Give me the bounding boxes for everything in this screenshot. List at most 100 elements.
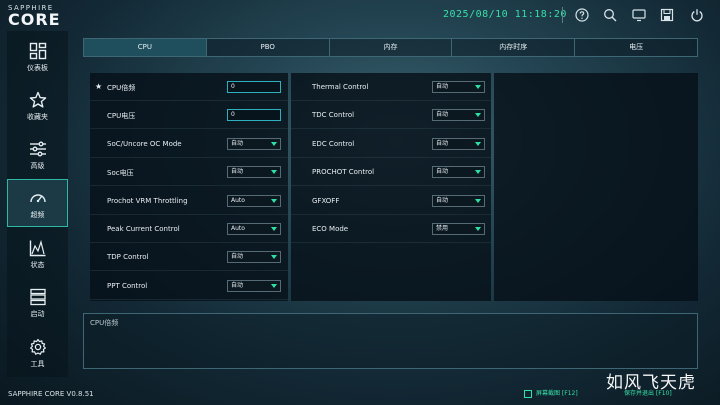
soc-oc-mode-select[interactable]: 自动	[227, 138, 281, 150]
sidebar-item-tools[interactable]: 工具	[7, 329, 68, 377]
settings-column-right: Thermal Control 自动 TDC Control 自动 EDC Co…	[291, 73, 491, 301]
select-value: 自动	[436, 168, 449, 175]
peak-current-select[interactable]: Auto	[227, 223, 281, 235]
chevron-down-icon	[271, 284, 277, 288]
chevron-down-icon	[475, 170, 481, 174]
tab-bar: CPU PBO 内存 内存时序 电压	[83, 38, 698, 57]
prochot-control-select[interactable]: 自动	[432, 166, 485, 178]
setting-row: TDC Control 自动	[291, 102, 491, 129]
setting-row: SoC/Uncore OC Mode 自动	[90, 131, 288, 158]
chevron-down-icon	[475, 113, 481, 117]
eco-mode-select[interactable]: 禁用	[432, 223, 485, 235]
tab-cpu[interactable]: CPU	[84, 39, 207, 56]
screenshot-label: 屏幕截图 [F12]	[536, 390, 578, 397]
setting-label: PPT Control	[107, 282, 148, 290]
sidebar-item-dashboard[interactable]: 仪表板	[7, 33, 68, 81]
star-icon	[29, 91, 46, 108]
tab-memory-timing[interactable]: 内存时序	[452, 39, 576, 56]
tdp-control-select[interactable]: 自动	[227, 251, 281, 263]
sidebar-item-label: 工具	[30, 360, 45, 368]
cpu-voltage-input[interactable]: 0	[227, 109, 281, 121]
setting-row: EDC Control 自动	[291, 131, 491, 158]
select-value: Auto	[231, 197, 245, 204]
sidebar-item-overclock[interactable]: 超频	[7, 179, 68, 227]
description-title: CPU倍频	[90, 319, 119, 327]
tab-memory[interactable]: 内存	[329, 39, 453, 56]
header-divider	[562, 7, 563, 23]
gfxoff-select[interactable]: 自动	[432, 195, 485, 207]
ppt-control-select[interactable]: 自动	[227, 280, 281, 292]
setting-label: Thermal Control	[312, 83, 369, 91]
sidebar-item-favorites[interactable]: 收藏夹	[7, 82, 68, 130]
description-panel: CPU倍频	[83, 313, 698, 369]
setting-row: Thermal Control 自动	[291, 74, 491, 101]
version-label: SAPPHIRE CORE V0.8.51	[8, 390, 94, 398]
select-value: Auto	[231, 225, 245, 232]
thermal-control-select[interactable]: 自动	[432, 81, 485, 93]
setting-row: PROCHOT Control 自动	[291, 159, 491, 186]
sidebar-item-label: 高级	[30, 162, 45, 170]
settings-column-left: ★ CPU倍频 0 CPU电压 0 SoC/Uncore OC Mode 自动 …	[90, 73, 288, 301]
sliders-icon	[29, 141, 46, 157]
empty-settings-column	[494, 73, 698, 301]
edc-control-select[interactable]: 自动	[432, 138, 485, 150]
chevron-down-icon	[475, 199, 481, 203]
sidebar-item-label: 启动	[30, 310, 45, 318]
watermark: 如风飞天虎	[606, 373, 696, 393]
select-value: 禁用	[436, 225, 449, 232]
sidebar: 仪表板 收藏夹 高级 超频 状态 启动 工具	[7, 31, 68, 377]
setting-row: TDP Control 自动	[90, 244, 288, 271]
setting-row: PPT Control 自动	[90, 273, 288, 300]
select-value: 自动	[436, 140, 449, 147]
select-value: 自动	[231, 140, 244, 147]
select-value: 自动	[231, 253, 244, 260]
select-value: 自动	[231, 168, 244, 175]
save-icon[interactable]	[660, 8, 674, 22]
soc-voltage-select[interactable]: 自动	[227, 166, 281, 178]
chevron-down-icon	[475, 142, 481, 146]
setting-label: TDP Control	[107, 253, 149, 261]
screenshot-button[interactable]: 屏幕截图 [F12]	[524, 388, 578, 398]
brand-main: CORE	[8, 10, 61, 29]
setting-label: Peak Current Control	[107, 225, 180, 233]
select-value: 自动	[436, 111, 449, 118]
setting-row: ★ CPU倍频 0	[90, 74, 288, 101]
chart-icon	[29, 239, 45, 257]
sidebar-item-label: 收藏夹	[27, 113, 48, 121]
sidebar-item-label: 仪表板	[27, 64, 48, 72]
power-icon[interactable]	[690, 8, 704, 22]
tab-pbo[interactable]: PBO	[206, 39, 330, 56]
chevron-down-icon	[271, 227, 277, 231]
setting-label: ECO Mode	[312, 225, 349, 233]
setting-row: ECO Mode 禁用	[291, 216, 491, 243]
sidebar-item-advanced[interactable]: 高级	[7, 131, 68, 179]
chevron-down-icon	[475, 85, 481, 89]
prochot-vrm-select[interactable]: Auto	[227, 195, 281, 207]
display-icon[interactable]	[632, 8, 646, 22]
gauge-icon	[29, 194, 46, 203]
tdc-control-select[interactable]: 自动	[432, 109, 485, 121]
sidebar-item-label: 超频	[30, 211, 45, 219]
setting-row: Prochot VRM Throttling Auto	[90, 188, 288, 215]
setting-row: GFXOFF 自动	[291, 188, 491, 215]
help-icon[interactable]	[575, 8, 589, 22]
setting-label: Soc电压	[107, 169, 134, 177]
select-value: 自动	[436, 197, 449, 204]
chevron-down-icon	[271, 170, 277, 174]
search-icon[interactable]	[603, 8, 617, 22]
sidebar-item-label: 状态	[30, 261, 45, 269]
brand-logo: SAPPHIRE CORE	[8, 4, 88, 28]
sidebar-item-boot[interactable]: 启动	[7, 279, 68, 327]
camera-icon	[524, 389, 532, 398]
cpu-multiplier-input[interactable]: 0	[227, 81, 281, 93]
setting-label: CPU倍频	[107, 84, 136, 92]
chevron-down-icon	[271, 255, 277, 259]
setting-label: PROCHOT Control	[312, 168, 375, 176]
tab-voltage[interactable]: 电压	[575, 39, 697, 56]
star-icon[interactable]: ★	[95, 82, 102, 91]
chevron-down-icon	[271, 142, 277, 146]
setting-label: Prochot VRM Throttling	[107, 197, 188, 205]
setting-label: EDC Control	[312, 140, 355, 148]
select-value: 自动	[436, 83, 449, 90]
sidebar-item-status[interactable]: 状态	[7, 230, 68, 278]
